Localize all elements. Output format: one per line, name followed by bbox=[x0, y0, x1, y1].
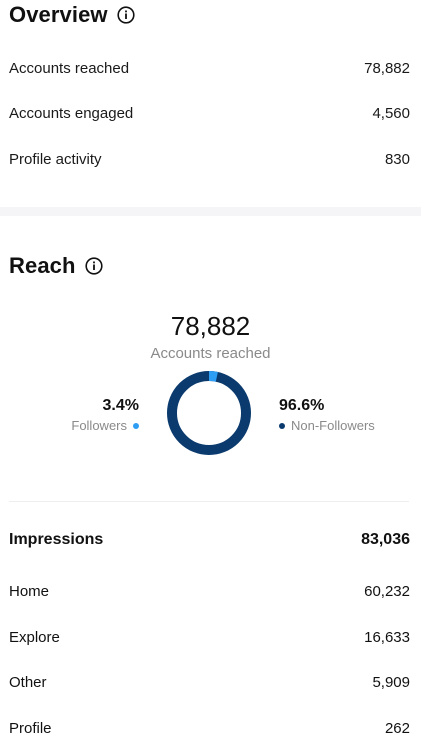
impressions-value: 83,036 bbox=[361, 531, 410, 548]
stat-row-profile-activity[interactable]: Profile activity 830 bbox=[9, 147, 410, 171]
impressions-row-value: 5,909 bbox=[372, 673, 410, 691]
impressions-row-label: Home bbox=[9, 582, 50, 600]
info-circle-icon[interactable] bbox=[84, 257, 103, 275]
divider bbox=[9, 501, 409, 502]
reach-total: 78,882 bbox=[170, 311, 251, 341]
non-followers-label: Non-Followers bbox=[291, 418, 375, 433]
impressions-row-value: 16,633 bbox=[364, 628, 410, 646]
section-separator bbox=[0, 207, 421, 216]
reach-total-label: Accounts reached bbox=[150, 345, 271, 362]
followers-label: Followers bbox=[71, 418, 127, 433]
impressions-row-explore[interactable]: Explore 16,633 bbox=[9, 625, 410, 649]
stat-value: 78,882 bbox=[364, 59, 410, 77]
impressions-row-home[interactable]: Home 60,232 bbox=[9, 579, 410, 603]
impressions-row-profile[interactable]: Profile 262 bbox=[9, 716, 410, 740]
overview-header: Overview bbox=[9, 2, 135, 28]
non-followers-legend: 96.6% Non-Followers bbox=[279, 397, 375, 433]
impressions-row-label: Explore bbox=[9, 628, 60, 646]
non-followers-percent: 96.6% bbox=[279, 397, 325, 414]
reach-title: Reach bbox=[9, 253, 76, 278]
stat-label: Profile activity bbox=[9, 150, 102, 168]
reach-header: Reach bbox=[9, 253, 103, 279]
followers-percent: 3.4% bbox=[102, 397, 139, 414]
stat-row-accounts-engaged[interactable]: Accounts engaged 4,560 bbox=[9, 101, 410, 125]
impressions-row-value: 262 bbox=[384, 719, 410, 737]
overview-title: Overview bbox=[9, 2, 108, 27]
impressions-row-value: 60,232 bbox=[364, 582, 410, 600]
stat-label: Accounts engaged bbox=[9, 104, 134, 122]
impressions-row-label: Other bbox=[9, 673, 47, 691]
stat-value: 830 bbox=[384, 150, 410, 168]
impressions-header-row[interactable]: Impressions 83,036 bbox=[9, 528, 410, 552]
info-circle-icon[interactable] bbox=[117, 6, 135, 24]
reach-donut-chart bbox=[167, 371, 251, 455]
stat-row-accounts-reached[interactable]: Accounts reached 78,882 bbox=[9, 56, 410, 80]
non-followers-legend-row: Non-Followers bbox=[279, 418, 375, 433]
impressions-label: Impressions bbox=[9, 531, 104, 548]
stat-label: Accounts reached bbox=[9, 59, 130, 77]
impressions-row-other[interactable]: Other 5,909 bbox=[9, 670, 410, 694]
stat-value: 4,560 bbox=[372, 104, 410, 122]
impressions-row-label: Profile bbox=[9, 719, 52, 737]
followers-legend: 3.4% Followers bbox=[71, 397, 139, 433]
donut-non-followers-arc bbox=[167, 371, 251, 455]
followers-dot bbox=[133, 422, 139, 429]
followers-legend-row: Followers bbox=[71, 418, 139, 433]
non-followers-dot bbox=[279, 422, 285, 429]
